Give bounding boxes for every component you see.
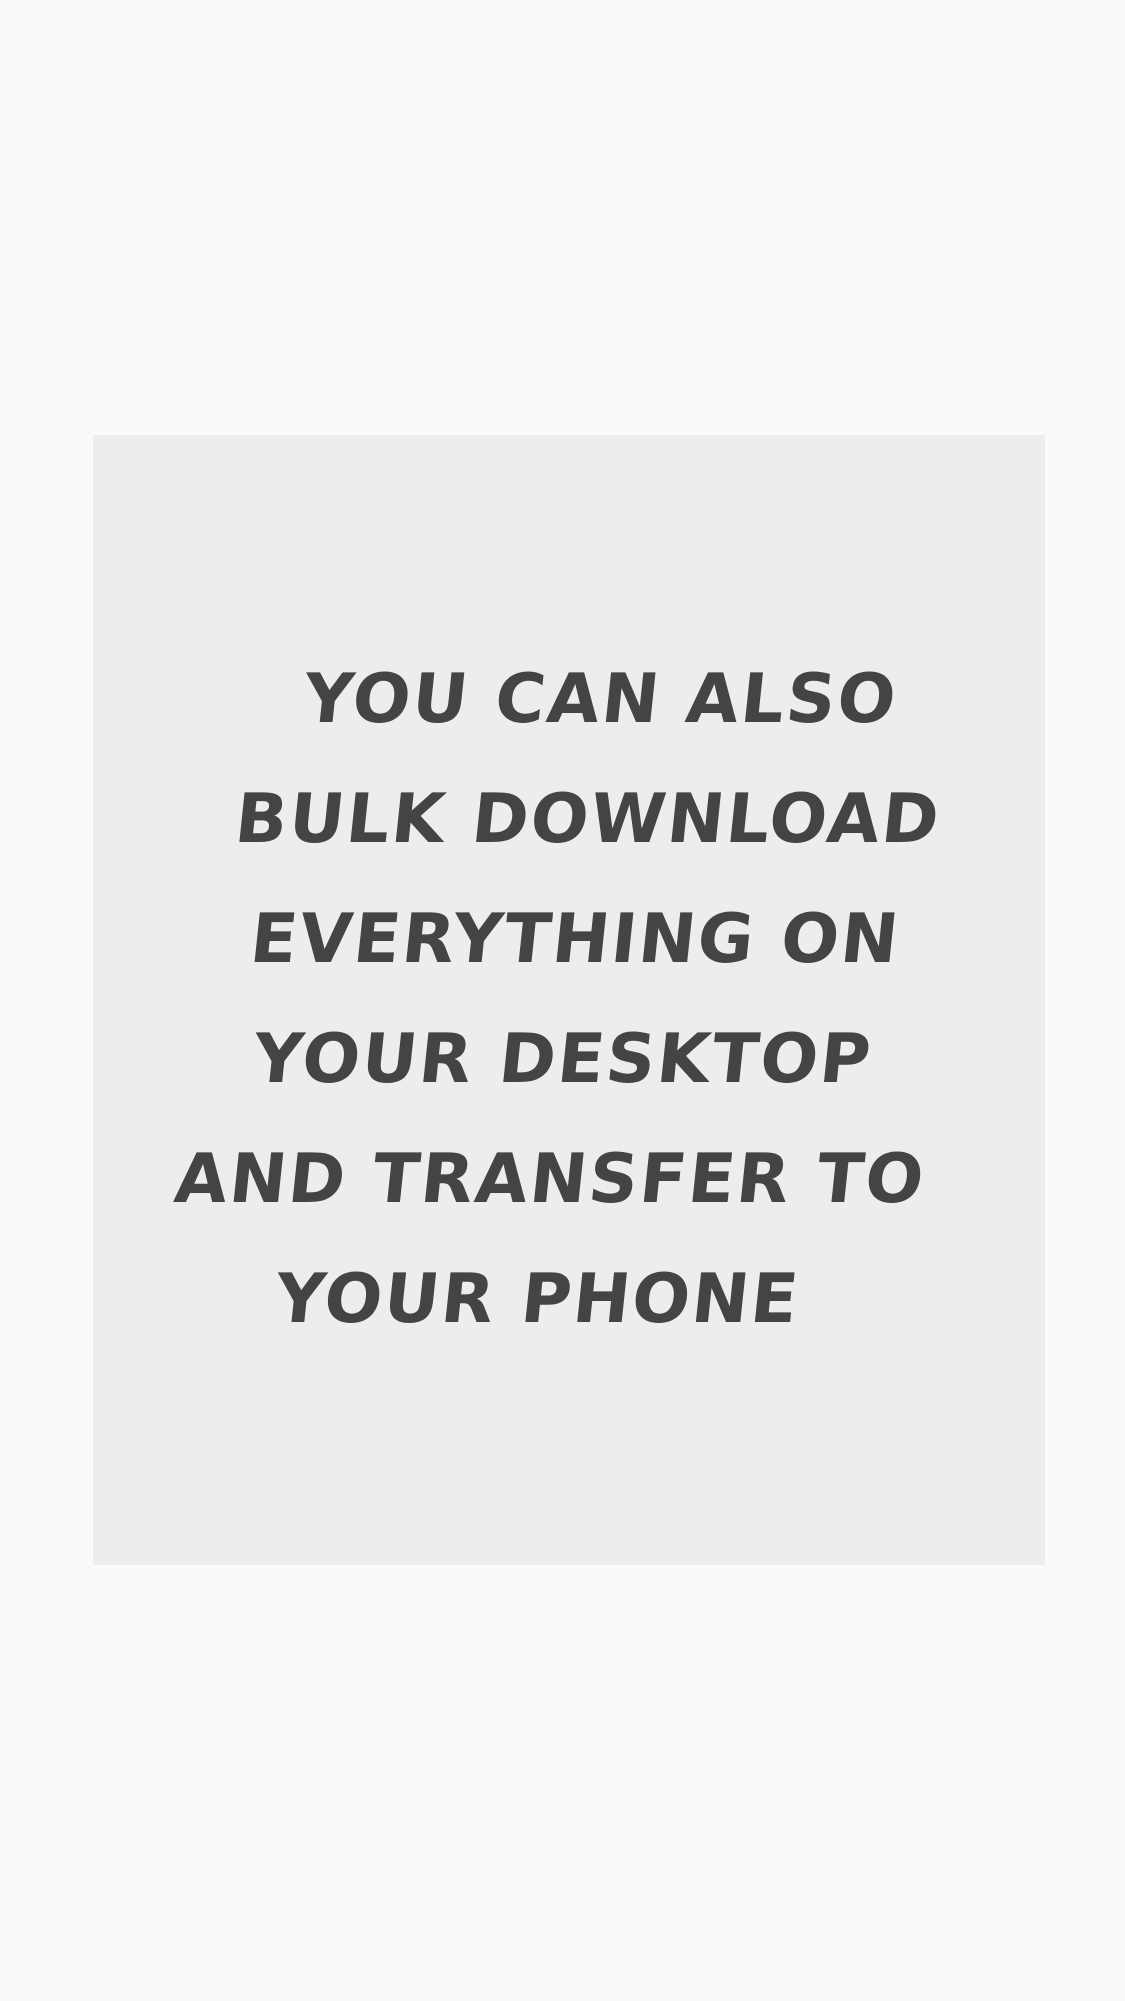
- screen: You can also bulk download everything on…: [0, 0, 1125, 2001]
- message-line-5: and transfer to: [170, 1140, 930, 1219]
- message-line-6: your phone: [271, 1260, 804, 1339]
- onboarding-message: You can also bulk download everything on…: [121, 640, 1017, 1360]
- message-line-2: bulk download: [231, 780, 945, 859]
- message-line-1: You can also: [299, 660, 902, 739]
- message-line-3: everything on: [246, 900, 905, 979]
- onboarding-card: You can also bulk download everything on…: [93, 435, 1045, 1565]
- message-line-4: your desktop: [249, 1020, 877, 1099]
